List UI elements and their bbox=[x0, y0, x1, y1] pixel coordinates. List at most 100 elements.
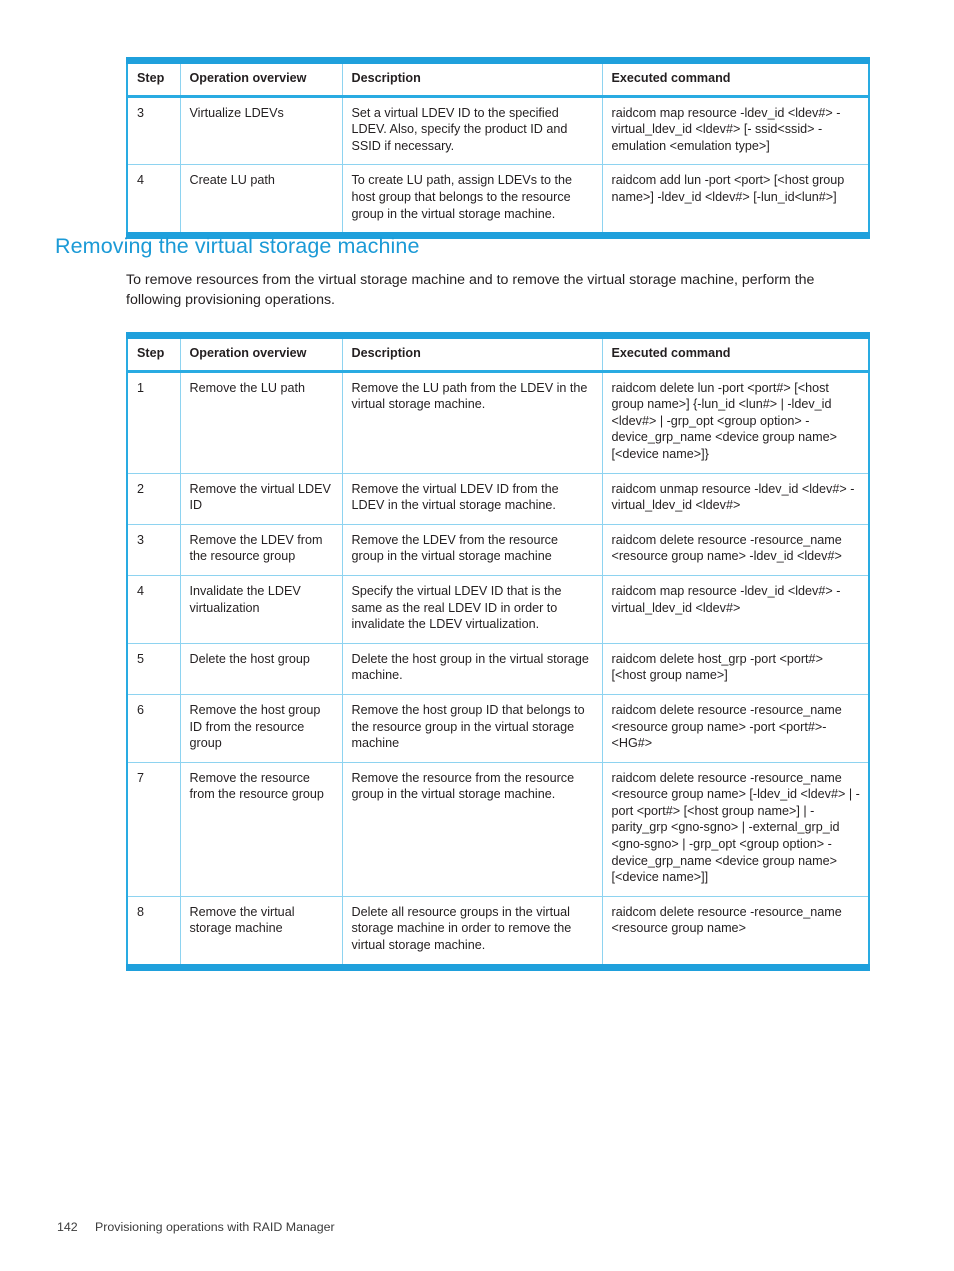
cell-text: Remove the LU path bbox=[189, 380, 306, 395]
cell-text: To create LU path, assign LDEVs to the h… bbox=[351, 173, 573, 221]
table-header: Step Operation overview Description Exec… bbox=[127, 60, 869, 97]
column-header-operation-overview: Operation overview bbox=[180, 335, 343, 372]
cell-description: Remove the virtual LDEV ID from the LDEV… bbox=[342, 473, 603, 525]
cell-description: Delete the host group in the virtual sto… bbox=[342, 643, 603, 695]
cell-text: Remove the virtual LDEV ID bbox=[189, 481, 331, 513]
cell-step: 6 bbox=[127, 694, 181, 763]
cell-text: 8 bbox=[137, 904, 145, 919]
cell-command: raidcom add lun -port <port> [<host grou… bbox=[602, 165, 869, 236]
cell-description: Remove the host group ID that belongs to… bbox=[342, 694, 603, 763]
cell-text: Remove the host group ID that belongs to… bbox=[351, 702, 585, 751]
page-footer: 142 Provisioning operations with RAID Man… bbox=[57, 1219, 335, 1235]
cell-step: 3 bbox=[127, 96, 181, 165]
cell-text: Delete the host group in the virtual sto… bbox=[351, 651, 589, 683]
cell-text: raidcom delete resource -resource_name <… bbox=[611, 702, 842, 751]
table-body: 1 Remove the LU path Remove the LU path … bbox=[127, 371, 869, 968]
removing-vsm-table: Step Operation overview Description Exec… bbox=[126, 332, 870, 971]
cell-operation: Remove the host group ID from the resour… bbox=[180, 694, 343, 763]
cell-description: Remove the LDEV from the resource group … bbox=[342, 524, 603, 576]
cell-text: Remove the resource from the resource gr… bbox=[189, 770, 324, 802]
table-row: 7 Remove the resource from the resource … bbox=[127, 762, 869, 897]
cell-text: Remove the virtual LDEV ID from the LDEV… bbox=[351, 481, 559, 513]
cell-operation: Remove the virtual LDEV ID bbox=[180, 473, 343, 525]
cell-text: Remove the host group ID from the resour… bbox=[189, 702, 321, 751]
cell-text: 3 bbox=[137, 532, 145, 547]
cell-text: Invalidate the LDEV virtualization bbox=[189, 583, 301, 615]
table-body: 3 Virtualize LDEVs Set a virtual LDEV ID… bbox=[127, 96, 869, 236]
cell-text: Delete all resource groups in the virtua… bbox=[351, 904, 572, 953]
column-header-step: Step bbox=[127, 335, 181, 372]
document-page: Step Operation overview Description Exec… bbox=[0, 0, 954, 1271]
table-row: 3 Virtualize LDEVs Set a virtual LDEV ID… bbox=[127, 96, 869, 165]
section-heading: Removing the virtual storage machine bbox=[55, 234, 420, 258]
cell-description: Delete all resource groups in the virtua… bbox=[342, 896, 603, 968]
cell-text: Set a virtual LDEV ID to the specified L… bbox=[351, 105, 568, 153]
cell-text: raidcom delete resource -resource_name <… bbox=[611, 532, 842, 564]
column-header-operation-overview: Operation overview bbox=[180, 60, 343, 97]
cell-text: raidcom delete lun -port <port#> [<host … bbox=[611, 380, 837, 461]
cell-text: raidcom map resource -ldev_id <ldev#> -v… bbox=[611, 105, 841, 153]
cell-text: raidcom map resource -ldev_id <ldev#> -v… bbox=[611, 583, 841, 615]
cell-text: Delete the host group bbox=[189, 651, 310, 666]
section-intro-paragraph: To remove resources from the virtual sto… bbox=[126, 272, 815, 308]
cell-text: raidcom delete host_grp -port <port#> [<… bbox=[611, 651, 823, 683]
cell-step: 5 bbox=[127, 643, 181, 695]
table-row: 4 Invalidate the LDEV virtualization Spe… bbox=[127, 575, 869, 644]
cell-text: Remove the LU path from the LDEV in the … bbox=[351, 380, 588, 412]
cell-command: raidcom map resource -ldev_id <ldev#> -v… bbox=[602, 96, 869, 165]
cell-command: raidcom unmap resource -ldev_id <ldev#> … bbox=[602, 473, 869, 524]
column-header-description: Description bbox=[342, 60, 603, 97]
cell-command: raidcom delete host_grp -port <port#> [<… bbox=[602, 643, 869, 694]
virtualize-ldevs-table: Step Operation overview Description Exec… bbox=[126, 57, 870, 240]
cell-text: Virtualize LDEVs bbox=[189, 105, 284, 120]
cell-text: Create LU path bbox=[189, 173, 275, 188]
cell-text: raidcom unmap resource -ldev_id <ldev#> … bbox=[611, 481, 855, 513]
cell-text: Specify the virtual LDEV ID that is the … bbox=[351, 583, 562, 632]
table-row: 8 Remove the virtual storage machine Del… bbox=[127, 896, 869, 968]
cell-text: 2 bbox=[137, 481, 145, 496]
cell-operation: Delete the host group bbox=[180, 643, 343, 695]
table-row: 6 Remove the host group ID from the reso… bbox=[127, 694, 869, 763]
cell-step: 7 bbox=[127, 762, 181, 897]
cell-operation: Remove the LDEV from the resource group bbox=[180, 524, 343, 576]
cell-text: 5 bbox=[137, 651, 145, 666]
table-header-row: Step Operation overview Description Exec… bbox=[127, 335, 869, 372]
cell-description: Specify the virtual LDEV ID that is the … bbox=[342, 575, 603, 644]
cell-command: raidcom delete resource -resource_name <… bbox=[602, 524, 869, 575]
table-header-row: Step Operation overview Description Exec… bbox=[127, 60, 869, 97]
table-row: 1 Remove the LU path Remove the LU path … bbox=[127, 371, 869, 474]
cell-description: Set a virtual LDEV ID to the specified L… bbox=[342, 96, 603, 165]
cell-text: 4 bbox=[137, 583, 145, 598]
cell-step: 8 bbox=[127, 896, 181, 968]
cell-operation: Remove the virtual storage machine bbox=[180, 896, 343, 968]
page-number: 142 bbox=[57, 1220, 78, 1234]
cell-text: 6 bbox=[137, 702, 145, 717]
cell-description: Remove the resource from the resource gr… bbox=[342, 762, 603, 897]
cell-command: raidcom delete resource -resource_name <… bbox=[602, 694, 869, 762]
column-header-executed-command: Executed command bbox=[611, 71, 731, 85]
cell-operation: Remove the resource from the resource gr… bbox=[180, 762, 343, 897]
cell-operation: Invalidate the LDEV virtualization bbox=[180, 575, 343, 644]
cell-step: 3 bbox=[127, 524, 181, 576]
cell-command: raidcom delete resource -resource_name <… bbox=[602, 896, 869, 967]
table-header: Step Operation overview Description Exec… bbox=[127, 335, 869, 372]
cell-command: raidcom delete resource -resource_name <… bbox=[602, 762, 869, 896]
cell-step: 1 bbox=[127, 371, 181, 474]
cell-text: 1 bbox=[137, 380, 145, 395]
cell-description: Remove the LU path from the LDEV in the … bbox=[342, 371, 603, 474]
running-head: Provisioning operations with RAID Manage… bbox=[95, 1220, 335, 1234]
cell-text: 7 bbox=[137, 770, 145, 785]
cell-text: Remove the resource from the resource gr… bbox=[351, 770, 575, 802]
cell-text: raidcom add lun -port <port> [<host grou… bbox=[611, 173, 845, 204]
cell-text: Remove the virtual storage machine bbox=[189, 904, 295, 936]
table-row: 5 Delete the host group Delete the host … bbox=[127, 643, 869, 695]
cell-description: To create LU path, assign LDEVs to the h… bbox=[342, 164, 603, 236]
cell-text: 3 bbox=[137, 105, 145, 120]
cell-text: Remove the LDEV from the resource group bbox=[189, 532, 323, 564]
cell-step: 4 bbox=[127, 164, 181, 236]
cell-text: 4 bbox=[137, 173, 145, 188]
column-header-step: Step bbox=[127, 60, 181, 97]
table-row: 4 Create LU path To create LU path, assi… bbox=[127, 164, 869, 236]
table-row: 3 Remove the LDEV from the resource grou… bbox=[127, 524, 869, 576]
cell-step: 4 bbox=[127, 575, 181, 644]
